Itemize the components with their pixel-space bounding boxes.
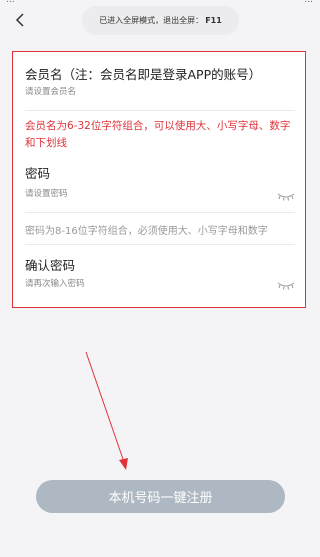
username-divider — [25, 110, 295, 111]
password-input[interactable] — [25, 187, 275, 201]
eye-closed-icon[interactable] — [277, 281, 295, 291]
password-label: 密码 — [25, 166, 51, 181]
username-label: 会员名（注：会员名即是登录APP的账号） — [25, 67, 262, 82]
username-input[interactable] — [25, 85, 275, 99]
password-divider — [25, 212, 295, 213]
status-bar-left: ... — [6, 0, 15, 5]
confirm-password-input[interactable] — [25, 277, 275, 291]
one-click-register-button[interactable]: 本机号码一键注册 — [36, 480, 285, 513]
confirm-password-label: 确认密码 — [25, 258, 76, 273]
password-hint: 密码为8-16位字符组合，必须使用大、小写字母和数字 — [25, 226, 268, 237]
toast-message: 已进入全屏模式，退出全屏： — [99, 16, 204, 25]
username-error: 会员名为6-32位字符组合，可以使用大、小写字母、数字和下划线 — [25, 120, 291, 149]
hint-divider — [25, 244, 295, 245]
registration-form: 会员名（注：会员名即是登录APP的账号） 会员名为6-32位字符组合，可以使用大… — [12, 51, 306, 308]
status-bar-right: ... — [304, 0, 313, 5]
eye-closed-icon[interactable] — [277, 192, 295, 202]
toast-key: F11 — [205, 16, 222, 25]
fullscreen-toast: 已进入全屏模式，退出全屏： F11 — [82, 6, 239, 35]
